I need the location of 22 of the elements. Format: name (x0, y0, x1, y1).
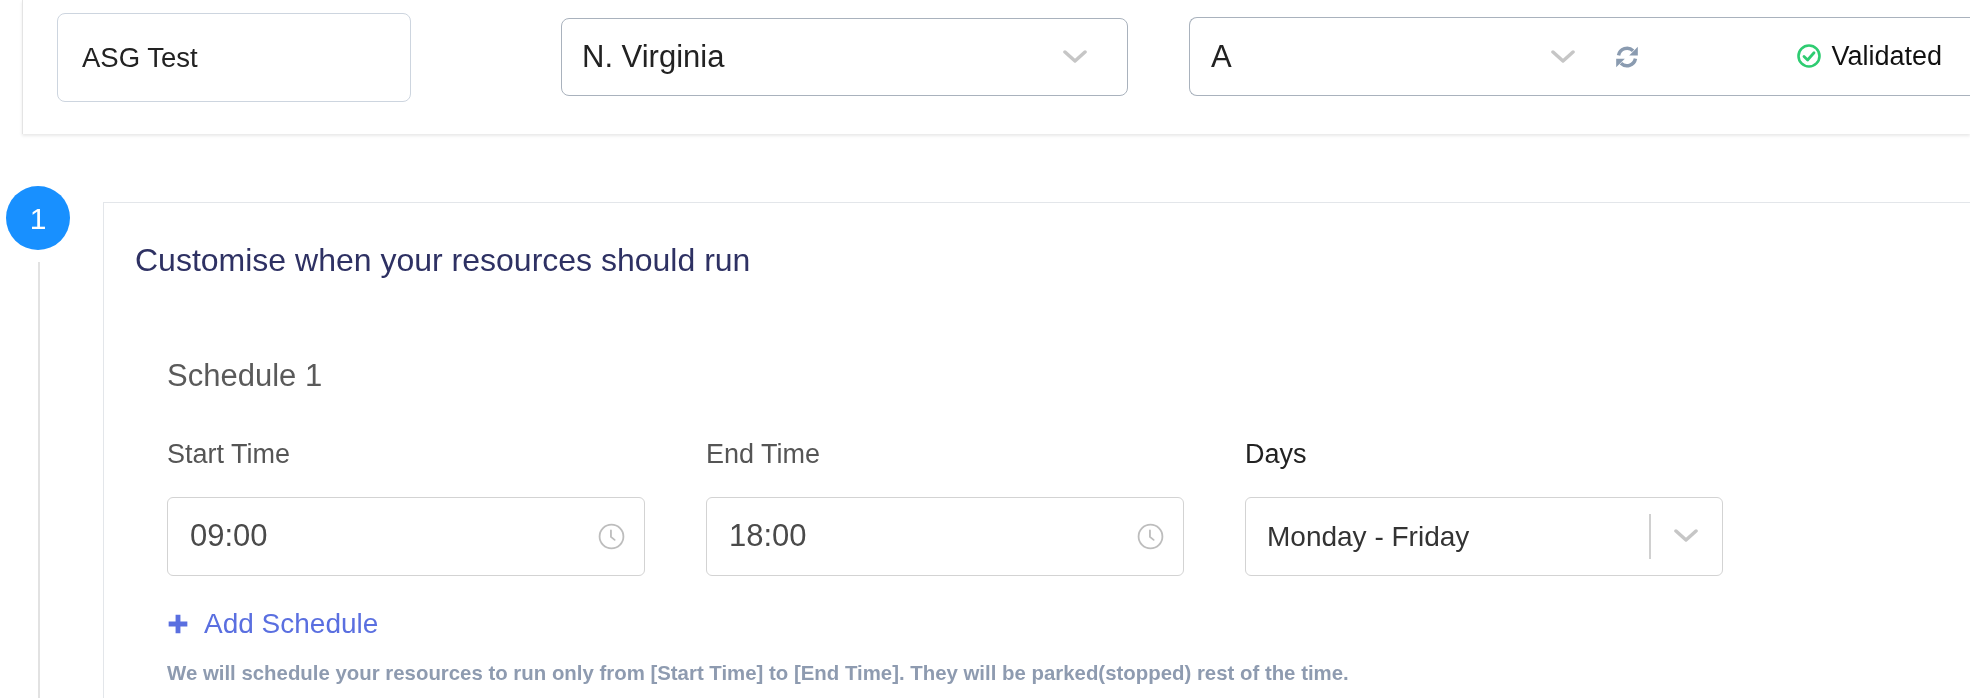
clock-icon (1137, 522, 1164, 550)
region-select[interactable]: N. Virginia (561, 18, 1128, 96)
step-title: Customise when your resources should run (135, 241, 752, 280)
plus-icon (167, 612, 189, 635)
schedule-title: Schedule 1 (167, 357, 324, 395)
name-field[interactable]: ASG Test (57, 13, 411, 102)
time-field[interactable]: 09:00 (167, 496, 645, 576)
add-schedule-link[interactable]: Add Schedule (167, 606, 379, 641)
status-text: Validated (1831, 40, 1942, 73)
step-number: 1 (6, 186, 70, 250)
chevron-icon (1674, 529, 1698, 544)
field-label: Days (1245, 437, 1308, 470)
chevron-icon (1551, 49, 1575, 64)
check-icon (1797, 44, 1822, 69)
dropdown-field[interactable]: Monday - Friday (1245, 496, 1723, 576)
field-label: Start Time (167, 437, 292, 470)
clock-icon (598, 522, 625, 550)
help-text: We will schedule your resources to run only from [Start Time] to [End Time]. They will be parked(stopped) rest of the time. (167, 660, 1350, 686)
time-field[interactable]: 18:00 (706, 496, 1184, 576)
chevron-icon (1063, 50, 1087, 64)
field-label: End Time (706, 437, 822, 470)
account-select[interactable]: A Validated (1189, 17, 1970, 96)
